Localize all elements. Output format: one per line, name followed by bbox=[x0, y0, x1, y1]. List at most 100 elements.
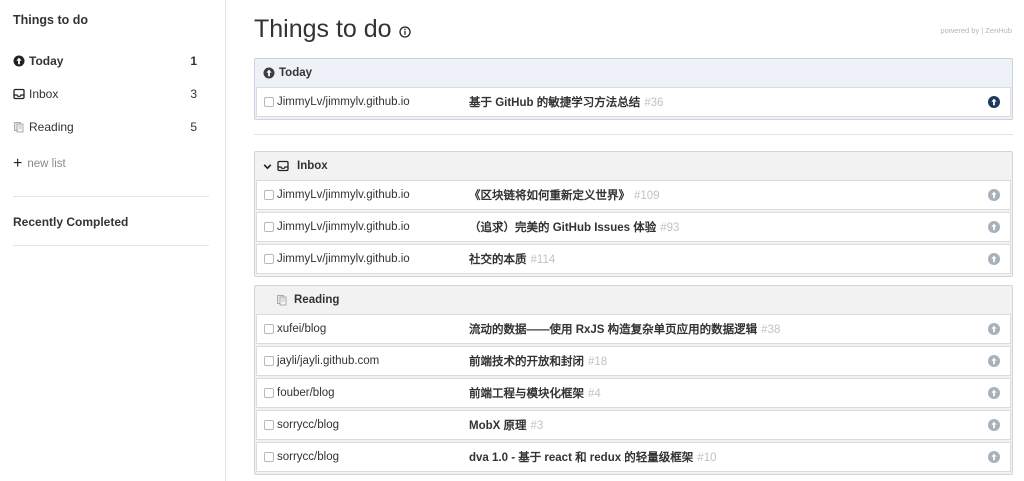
move-up-icon[interactable] bbox=[988, 253, 1000, 265]
issue-row[interactable]: fouber/blog 前端工程与模块化框架 #4 bbox=[256, 378, 1011, 408]
issue-title[interactable]: 前端技术的开放和封闭 #18 bbox=[469, 353, 607, 369]
issue-title-text: 《区块链将如何重新定义世界》 bbox=[469, 190, 630, 202]
sidebar-item-today[interactable]: Today 1 bbox=[13, 51, 197, 71]
issue-repo: JimmyLv/jimmylv.github.io bbox=[277, 221, 410, 233]
issue-number: #18 bbox=[588, 356, 608, 368]
powered-by-zenhub[interactable]: powered by | ZenHub bbox=[940, 26, 1012, 35]
reading-panel-title: Reading bbox=[294, 294, 340, 306]
today-panel-header: Today bbox=[255, 59, 1012, 87]
today-panel: Today JimmyLv/jimmylv.github.io 基于 GitHu… bbox=[254, 58, 1013, 120]
sidebar: Things to do Today 1 Inbox 3 Reading 5 +… bbox=[0, 0, 226, 481]
issue-title-text: dva 1.0 - 基于 react 和 redux 的轻量级框架 bbox=[469, 452, 694, 464]
issue-number: #93 bbox=[660, 222, 680, 234]
issue-repo: sorrycc/blog bbox=[277, 419, 339, 431]
issue-repo: JimmyLv/jimmylv.github.io bbox=[277, 189, 410, 201]
sidebar-item-reading[interactable]: Reading 5 bbox=[13, 117, 197, 137]
chevron-down-icon[interactable] bbox=[263, 162, 272, 171]
issue-row[interactable]: sorrycc/blog dva 1.0 - 基于 react 和 redux … bbox=[256, 442, 1011, 472]
inbox-panel: Inbox JimmyLv/jimmylv.github.io 《区块链将如何重… bbox=[254, 151, 1013, 277]
move-up-icon[interactable] bbox=[988, 419, 1000, 431]
issue-row[interactable]: JimmyLv/jimmylv.github.io 社交的本质 #114 bbox=[256, 244, 1011, 274]
arrow-up-circle-icon bbox=[13, 55, 25, 67]
move-up-icon[interactable] bbox=[988, 323, 1000, 335]
plus-icon: + bbox=[13, 155, 23, 172]
page-title: Things to do bbox=[254, 13, 411, 45]
sidebar-item-inbox[interactable]: Inbox 3 bbox=[13, 84, 197, 104]
books-icon bbox=[13, 121, 25, 133]
reading-panel-header[interactable]: Reading bbox=[255, 286, 1012, 314]
issue-checkbox[interactable] bbox=[264, 356, 274, 366]
issue-row[interactable]: JimmyLv/jimmylv.github.io （追求）完美的 GitHub… bbox=[256, 212, 1011, 242]
move-up-icon[interactable] bbox=[988, 189, 1000, 201]
inbox-panel-title: Inbox bbox=[297, 160, 328, 172]
inbox-panel-header[interactable]: Inbox bbox=[255, 152, 1012, 180]
new-list-button[interactable]: + new list bbox=[13, 155, 66, 172]
issue-row[interactable]: JimmyLv/jimmylv.github.io 基于 GitHub 的敏捷学… bbox=[256, 87, 1011, 117]
inbox-icon bbox=[13, 88, 25, 100]
move-up-icon[interactable] bbox=[988, 221, 1000, 233]
issue-title[interactable]: 基于 GitHub 的敏捷学习方法总结 #36 bbox=[469, 94, 663, 110]
issue-title[interactable]: 前端工程与模块化框架 #4 bbox=[469, 385, 601, 401]
move-up-icon[interactable] bbox=[988, 451, 1000, 463]
move-up-icon[interactable] bbox=[988, 96, 1000, 108]
sidebar-divider bbox=[13, 245, 209, 246]
issue-title[interactable]: dva 1.0 - 基于 react 和 redux 的轻量级框架 #10 bbox=[469, 449, 717, 465]
issue-checkbox[interactable] bbox=[264, 190, 274, 200]
issue-row[interactable]: sorrycc/blog MobX 原理 #3 bbox=[256, 410, 1011, 440]
sidebar-item-label: Today bbox=[29, 54, 64, 68]
issue-number: #109 bbox=[634, 190, 660, 202]
issue-checkbox[interactable] bbox=[264, 420, 274, 430]
issue-repo: xufei/blog bbox=[277, 323, 327, 335]
issue-title-text: 基于 GitHub 的敏捷学习方法总结 bbox=[469, 97, 641, 109]
issue-number: #4 bbox=[588, 388, 601, 400]
issue-row[interactable]: JimmyLv/jimmylv.github.io 《区块链将如何重新定义世界》… bbox=[256, 180, 1011, 210]
issue-title-text: 前端技术的开放和封闭 bbox=[469, 356, 584, 368]
issue-checkbox[interactable] bbox=[264, 222, 274, 232]
page-title-text: Things to do bbox=[254, 14, 392, 43]
today-panel-title: Today bbox=[279, 67, 313, 79]
move-up-icon[interactable] bbox=[988, 387, 1000, 399]
sidebar-title: Things to do bbox=[13, 13, 88, 27]
sidebar-item-count: 1 bbox=[190, 54, 197, 68]
issue-number: #36 bbox=[644, 97, 664, 109]
issue-title-text: （追求）完美的 GitHub Issues 体验 bbox=[469, 222, 657, 234]
sidebar-item-label: Inbox bbox=[29, 87, 59, 101]
issue-title-text: 社交的本质 bbox=[469, 254, 527, 266]
issue-title-text: 流动的数据——使用 RxJS 构造复杂单页应用的数据逻辑 bbox=[469, 324, 758, 336]
issue-title[interactable]: 流动的数据——使用 RxJS 构造复杂单页应用的数据逻辑 #38 bbox=[469, 321, 780, 337]
issue-number: #38 bbox=[761, 324, 781, 336]
issue-title-text: 前端工程与模块化框架 bbox=[469, 388, 584, 400]
arrow-up-circle-icon bbox=[263, 67, 275, 79]
issue-checkbox[interactable] bbox=[264, 324, 274, 334]
issue-row[interactable]: xufei/blog 流动的数据——使用 RxJS 构造复杂单页应用的数据逻辑 #… bbox=[256, 314, 1011, 344]
issue-checkbox[interactable] bbox=[264, 452, 274, 462]
info-icon[interactable] bbox=[398, 16, 411, 45]
issue-number: #3 bbox=[530, 420, 544, 432]
issue-title[interactable]: （追求）完美的 GitHub Issues 体验 #93 bbox=[469, 219, 679, 235]
issue-title[interactable]: 社交的本质 #114 bbox=[469, 251, 555, 267]
issue-title[interactable]: 《区块链将如何重新定义世界》 #109 bbox=[469, 187, 660, 203]
issue-checkbox[interactable] bbox=[264, 388, 274, 398]
issue-number: #10 bbox=[697, 452, 717, 464]
issue-repo: fouber/blog bbox=[277, 387, 335, 399]
issue-number: #114 bbox=[530, 254, 556, 266]
issue-repo: JimmyLv/jimmylv.github.io bbox=[277, 253, 410, 265]
issue-repo: sorrycc/blog bbox=[277, 451, 339, 463]
inbox-icon bbox=[277, 160, 289, 172]
issue-checkbox[interactable] bbox=[264, 254, 274, 264]
issue-checkbox[interactable] bbox=[264, 97, 274, 107]
sidebar-item-label: Reading bbox=[29, 120, 74, 134]
move-up-icon[interactable] bbox=[988, 355, 1000, 367]
section-divider bbox=[254, 134, 1013, 135]
sidebar-item-count: 3 bbox=[190, 87, 197, 101]
issue-repo: JimmyLv/jimmylv.github.io bbox=[277, 96, 410, 108]
recently-completed-link[interactable]: Recently Completed bbox=[13, 215, 128, 229]
new-list-label: new list bbox=[27, 158, 66, 170]
issue-row[interactable]: jayli/jayli.github.com 前端技术的开放和封闭 #18 bbox=[256, 346, 1011, 376]
sidebar-item-count: 5 bbox=[190, 120, 197, 134]
issue-title-text: MobX 原理 bbox=[469, 420, 527, 432]
issue-title[interactable]: MobX 原理 #3 bbox=[469, 417, 543, 433]
sidebar-divider bbox=[13, 196, 209, 197]
issue-repo: jayli/jayli.github.com bbox=[277, 355, 380, 367]
books-icon bbox=[276, 294, 288, 306]
